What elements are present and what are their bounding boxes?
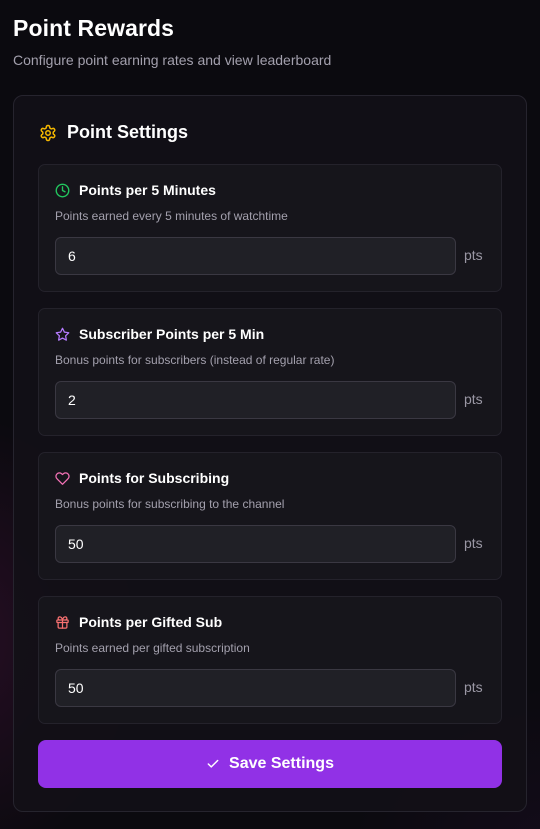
setting-description: Points earned per gifted subscription: [55, 641, 250, 655]
setting-title: Points per 5 Minutes: [79, 182, 216, 198]
unit-label: pts: [464, 247, 483, 263]
gear-icon: [40, 124, 56, 141]
setting-title: Points for Subscribing: [79, 470, 230, 486]
setting-card-points-for-subscribing: Points for Subscribing Bonus points for …: [38, 452, 502, 580]
points-per-5-minutes-input[interactable]: [55, 237, 456, 275]
heart-icon: [55, 471, 70, 485]
save-button-label: Save Settings: [229, 755, 334, 772]
setting-card-subscriber-points: Subscriber Points per 5 Min Bonus points…: [38, 308, 502, 436]
unit-label: pts: [464, 535, 483, 551]
setting-card-points-per-gifted-sub: Points per Gifted Sub Points earned per …: [38, 596, 502, 724]
points-per-gifted-sub-input[interactable]: [55, 669, 456, 707]
panel-header: Point Settings: [39, 122, 188, 143]
page-subtitle: Configure point earning rates and view l…: [13, 52, 332, 68]
setting-description: Bonus points for subscribing to the chan…: [55, 497, 285, 511]
setting-card-header: Subscriber Points per 5 Min: [55, 326, 264, 342]
setting-title: Points per Gifted Sub: [79, 614, 223, 630]
setting-card-points-per-5-minutes: Points per 5 Minutes Points earned every…: [38, 164, 502, 292]
setting-card-header: Points for Subscribing: [55, 470, 229, 486]
star-icon: [55, 327, 70, 341]
save-settings-button[interactable]: Save Settings: [38, 740, 502, 788]
panel-title: Point Settings: [67, 122, 188, 142]
subscriber-points-input[interactable]: [55, 381, 456, 419]
check-icon: [207, 759, 219, 768]
setting-description: Points earned every 5 minutes of watchti…: [55, 209, 288, 223]
points-for-subscribing-input[interactable]: [55, 525, 456, 563]
page-title: Point Rewards: [13, 15, 175, 41]
point-settings-panel: Point Settings Points per 5 Minutes Poin…: [13, 95, 527, 812]
setting-description: Bonus points for subscribers (instead of…: [55, 353, 335, 367]
gift-icon: [56, 615, 69, 629]
setting-title: Subscriber Points per 5 Min: [79, 326, 265, 342]
setting-card-header: Points per 5 Minutes: [55, 182, 216, 198]
unit-label: pts: [464, 679, 483, 695]
unit-label: pts: [464, 391, 483, 407]
setting-card-header: Points per Gifted Sub: [55, 614, 222, 630]
clock-icon: [55, 183, 70, 197]
